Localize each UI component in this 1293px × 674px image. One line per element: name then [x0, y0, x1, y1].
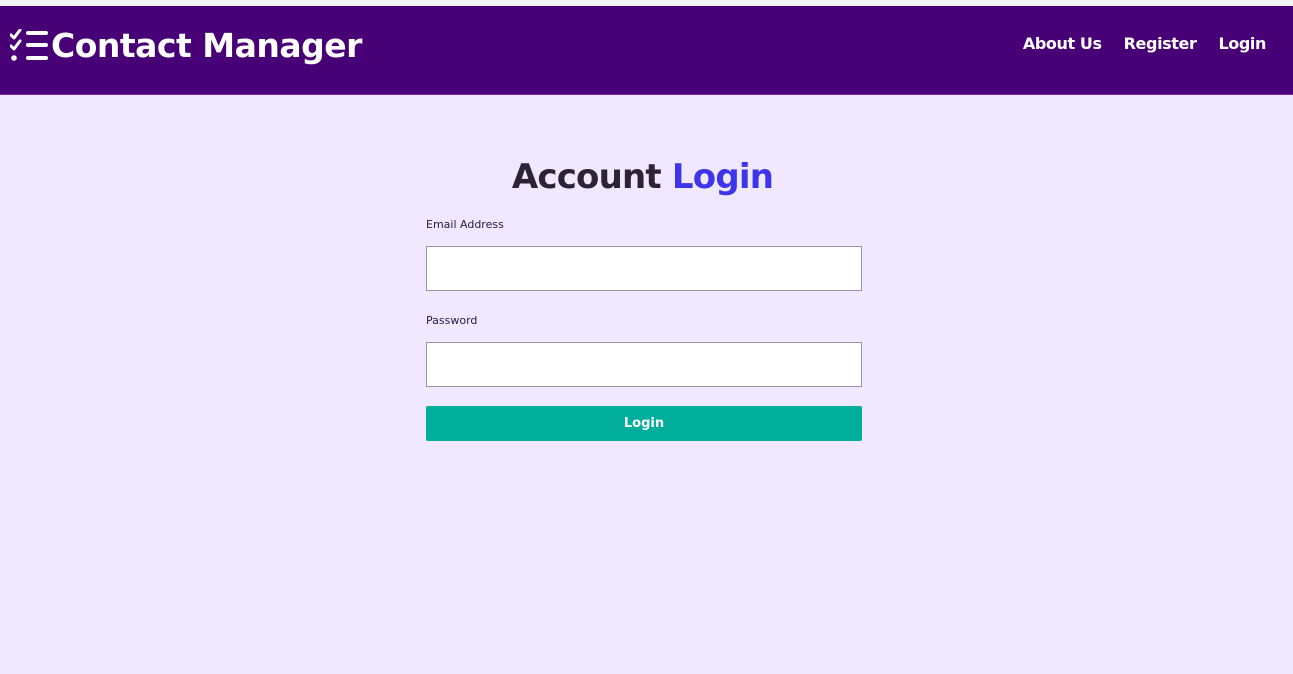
password-label: Password: [426, 314, 478, 327]
nav-link-login[interactable]: Login: [1218, 34, 1266, 53]
brand[interactable]: Contact Manager: [10, 26, 362, 66]
checklist-icon: [10, 29, 48, 61]
main-content: Account Login Email Address Password Log…: [0, 95, 1293, 674]
nav-link-register[interactable]: Register: [1124, 34, 1197, 53]
email-label: Email Address: [426, 218, 504, 231]
page-title-main: Account: [511, 157, 662, 197]
nav-link-about-us[interactable]: About Us: [1023, 34, 1102, 53]
page-title: Account Login: [423, 155, 862, 199]
login-button[interactable]: Login: [426, 406, 862, 441]
email-field[interactable]: [426, 246, 862, 291]
brand-title: Contact Manager: [51, 26, 362, 65]
password-field[interactable]: [426, 342, 862, 387]
page-title-accent: Login: [671, 157, 774, 197]
nav-links: About Us Register Login: [1001, 34, 1267, 53]
login-form: Account Login Email Address Password Log…: [426, 155, 862, 441]
navbar: Contact Manager About Us Register Login: [0, 6, 1293, 95]
